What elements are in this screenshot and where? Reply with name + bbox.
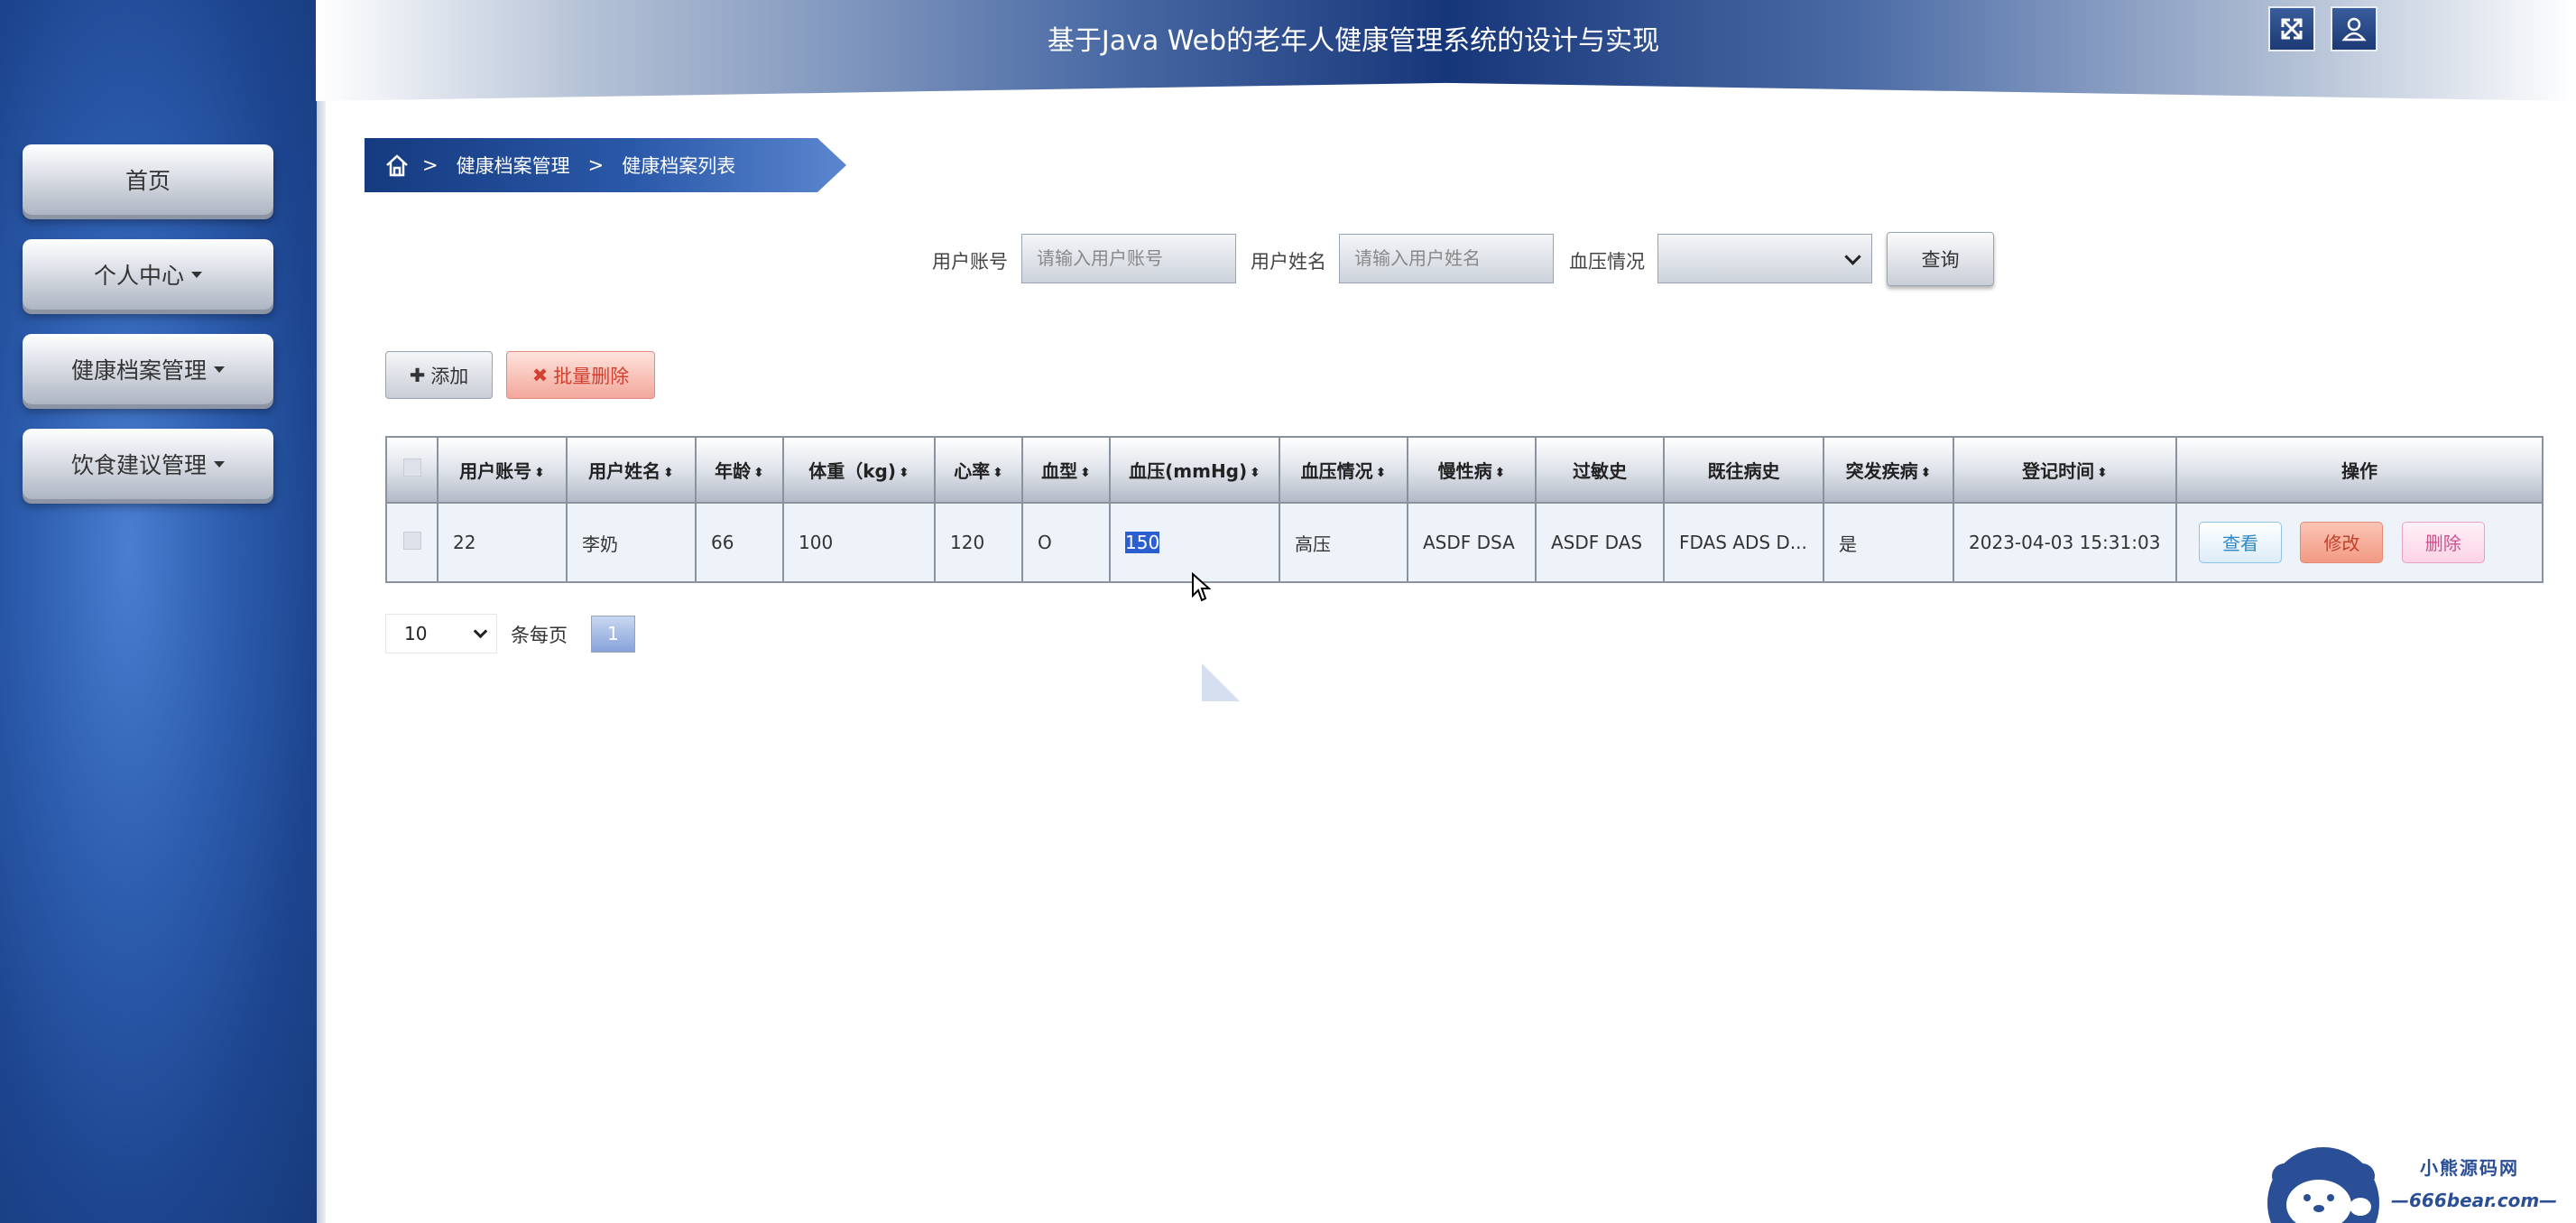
col-blood-type[interactable]: 血型 ⬍ bbox=[1021, 436, 1111, 504]
page-title: 基于Java Web的老年人健康管理系统的设计与实现 bbox=[1047, 25, 1660, 57]
sort-icon: ⬍ bbox=[663, 465, 674, 480]
bp-status-label: 血压情况 bbox=[1569, 251, 1645, 273]
sort-icon: ⬍ bbox=[1494, 465, 1506, 480]
logo-url: —666bear.com— bbox=[2391, 1190, 2558, 1211]
sidebar-item-health-records[interactable]: 健康档案管理 bbox=[23, 334, 273, 404]
user-icon bbox=[2341, 17, 2367, 42]
bear-logo-icon bbox=[2267, 1147, 2379, 1223]
col-chronic[interactable]: 慢性病 ⬍ bbox=[1407, 436, 1537, 504]
breadcrumb-level1[interactable]: 健康档案管理 bbox=[457, 152, 570, 179]
col-heart-rate[interactable]: 心率 ⬍ bbox=[934, 436, 1023, 504]
user-button[interactable] bbox=[2331, 6, 2377, 51]
cell-time: 2023-04-03 15:31:03 bbox=[1953, 502, 2177, 583]
logo-text: 小熊源码网 bbox=[2420, 1157, 2519, 1179]
sort-icon: ⬍ bbox=[1920, 465, 1932, 480]
sort-icon: ⬍ bbox=[1250, 465, 1260, 480]
col-age[interactable]: 年龄 ⬍ bbox=[695, 436, 784, 504]
table-row: 22 李奶 66 100 120 O 150 高压 ASDF DSA ASDF … bbox=[385, 502, 2544, 583]
sidebar-item-label: 健康档案管理 bbox=[70, 357, 207, 384]
decorative-triangle bbox=[1202, 663, 1240, 701]
chevron-down-icon bbox=[1844, 248, 1861, 265]
col-allergy: 过敏史 bbox=[1535, 436, 1665, 504]
cell-bp-status: 高压 bbox=[1279, 502, 1408, 583]
cell-sudden: 是 bbox=[1823, 502, 1954, 583]
select-all-checkbox[interactable] bbox=[385, 436, 439, 504]
view-button[interactable]: 查看 bbox=[2199, 522, 2282, 563]
sidebar-item-label: 饮食建议管理 bbox=[70, 452, 207, 478]
sidebar-item-personal-center[interactable]: 个人中心 bbox=[23, 239, 273, 310]
bp-status-select[interactable] bbox=[1657, 234, 1872, 283]
caret-down-icon bbox=[214, 366, 225, 373]
cell-name: 李奶 bbox=[566, 502, 697, 583]
sort-icon: ⬍ bbox=[899, 465, 909, 480]
cell-blood-type: O bbox=[1021, 502, 1111, 583]
batch-delete-label: 批量删除 bbox=[553, 365, 630, 387]
caret-down-icon bbox=[214, 460, 225, 468]
page-number-button[interactable]: 1 bbox=[591, 616, 635, 653]
cell-chronic: ASDF DSA bbox=[1407, 502, 1537, 583]
mouse-cursor-icon bbox=[1192, 572, 1211, 602]
cell-operations: 查看 修改 删除 bbox=[2175, 502, 2544, 583]
name-label: 用户姓名 bbox=[1251, 251, 1326, 273]
col-history: 既往病史 bbox=[1663, 436, 1824, 504]
col-weight[interactable]: 体重（kg) ⬍ bbox=[782, 436, 936, 504]
cell-allergy: ASDF DAS bbox=[1535, 502, 1665, 583]
breadcrumb: > 健康档案管理 > 健康档案列表 bbox=[365, 138, 846, 192]
fullscreen-button[interactable] bbox=[2268, 6, 2315, 51]
sidebar-item-home[interactable]: 首页 bbox=[23, 144, 273, 215]
col-operations: 操作 bbox=[2175, 436, 2544, 504]
cell-age: 66 bbox=[695, 502, 784, 583]
per-page-label: 条每页 bbox=[511, 625, 568, 646]
add-button-label: 添加 bbox=[430, 365, 469, 387]
sort-icon: ⬍ bbox=[534, 465, 545, 480]
batch-delete-button[interactable]: ✖ 批量删除 bbox=[506, 351, 655, 399]
home-icon[interactable] bbox=[384, 153, 410, 178]
sort-icon: ⬍ bbox=[993, 465, 1003, 480]
col-time[interactable]: 登记时间 ⬍ bbox=[1953, 436, 2177, 504]
cell-bp: 150 bbox=[1109, 502, 1280, 583]
sidebar-item-label: 首页 bbox=[125, 168, 171, 194]
table-header-row: 用户账号 ⬍ 用户姓名 ⬍ 年龄 ⬍ 体重（kg) ⬍ 心率 ⬍ 血型 ⬍ 血压(mmHg)… bbox=[385, 436, 2544, 504]
sort-icon: ⬍ bbox=[1080, 465, 1091, 480]
col-bp-status[interactable]: 血压情况 ⬍ bbox=[1279, 436, 1408, 504]
col-sudden[interactable]: 突发疾病 ⬍ bbox=[1823, 436, 1954, 504]
expand-icon bbox=[2281, 18, 2303, 40]
sort-icon: ⬍ bbox=[2097, 465, 2108, 480]
delete-button[interactable]: 删除 bbox=[2401, 522, 2485, 563]
sidebar-item-label: 个人中心 bbox=[93, 263, 184, 289]
col-account[interactable]: 用户账号 ⬍ bbox=[437, 436, 568, 504]
name-input[interactable]: 请输入用户姓名 bbox=[1339, 234, 1554, 283]
add-button[interactable]: ✚ 添加 bbox=[385, 351, 493, 399]
sort-icon: ⬍ bbox=[753, 465, 764, 480]
col-bp[interactable]: 血压(mmHg) ⬍ bbox=[1109, 436, 1280, 504]
health-records-table: 用户账号 ⬍ 用户姓名 ⬍ 年龄 ⬍ 体重（kg) ⬍ 心率 ⬍ 血型 ⬍ 血压(mmHg)… bbox=[385, 436, 2544, 583]
cell-heart-rate: 120 bbox=[934, 502, 1023, 583]
edit-button[interactable]: 修改 bbox=[2300, 522, 2384, 563]
cell-weight: 100 bbox=[782, 502, 936, 583]
close-icon: ✖ bbox=[531, 364, 549, 386]
account-input[interactable]: 请输入用户账号 bbox=[1021, 234, 1236, 283]
cell-history: FDAS ADS D... bbox=[1663, 502, 1824, 583]
page-size-select[interactable]: 10 bbox=[385, 614, 497, 653]
plus-icon: ✚ bbox=[409, 364, 426, 386]
caret-down-icon bbox=[191, 271, 202, 278]
sidebar-item-diet-advice[interactable]: 饮食建议管理 bbox=[23, 429, 273, 499]
page-size-value: 10 bbox=[404, 623, 428, 644]
row-checkbox[interactable] bbox=[385, 502, 439, 583]
account-label: 用户账号 bbox=[932, 251, 1008, 273]
breadcrumb-separator: > bbox=[422, 154, 439, 176]
sidebar: 首页 个人中心 健康档案管理 饮食建议管理 bbox=[0, 0, 326, 1223]
col-name[interactable]: 用户姓名 ⬍ bbox=[566, 436, 697, 504]
breadcrumb-separator: > bbox=[587, 154, 605, 176]
sort-icon: ⬍ bbox=[1375, 465, 1387, 480]
breadcrumb-level2: 健康档案列表 bbox=[622, 155, 736, 177]
query-button[interactable]: 查询 bbox=[1887, 232, 1994, 286]
cell-account: 22 bbox=[437, 502, 568, 583]
selected-text: 150 bbox=[1125, 532, 1160, 553]
chevron-down-icon bbox=[473, 624, 488, 639]
